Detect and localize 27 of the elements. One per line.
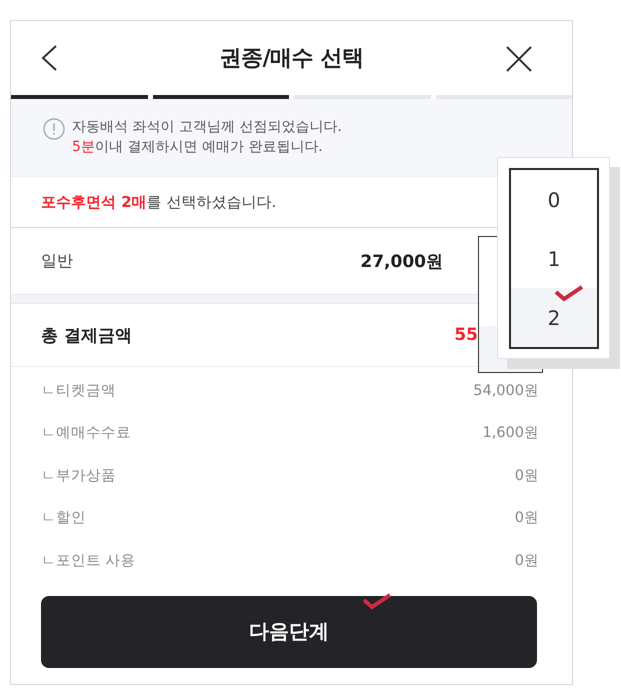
ticket-type-label: 일반 — [41, 250, 73, 272]
breakdown-label: ㄴ할인 — [41, 509, 86, 528]
selection-summary: 포수후면석 2매를 선택하셨습니다. — [41, 192, 276, 212]
next-step-button[interactable]: 다음단계 — [41, 596, 537, 668]
page-title: 권종/매수 선택 — [220, 45, 364, 73]
check-icon — [554, 284, 584, 302]
ticket-price: 27,000원 — [360, 250, 443, 272]
breakdown-value: 0원 — [514, 552, 539, 570]
total-amount: 55 — [454, 325, 478, 345]
total-label: 총 결제금액 — [41, 324, 132, 346]
notice-text: 자동배석 좌석이 고객님께 선점되었습니다. — [72, 118, 342, 137]
quantity-option[interactable]: 2 — [511, 288, 597, 347]
breakdown-value: 0원 — [514, 466, 539, 485]
breakdown-label: ㄴ티켓금액 — [41, 382, 116, 400]
breakdown-label: ㄴ포인트 사용 — [41, 552, 136, 570]
check-icon — [362, 592, 392, 610]
breakdown-value: 0원 — [514, 509, 539, 528]
breakdown-value: 54,000원 — [473, 382, 539, 400]
close-icon[interactable] — [506, 46, 532, 72]
info-icon — [43, 118, 65, 140]
breakdown-value: 1,600원 — [482, 424, 539, 442]
quantity-option[interactable]: 0 — [511, 170, 597, 229]
notice-text: 5분이내 결제하시면 예매가 완료됩니다. — [72, 138, 324, 157]
quantity-option[interactable]: 1 — [511, 229, 597, 288]
back-icon[interactable] — [41, 45, 57, 71]
breakdown-label: ㄴ예매수수료 — [41, 424, 131, 442]
breakdown-label: ㄴ부가상품 — [41, 466, 116, 485]
